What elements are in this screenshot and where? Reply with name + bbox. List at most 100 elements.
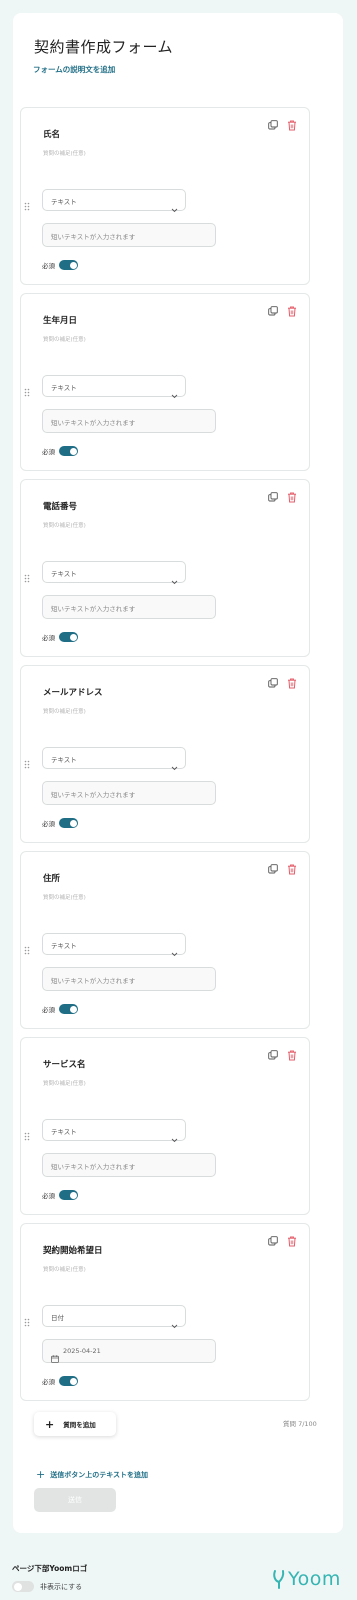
yoom-logo-icon xyxy=(273,1570,285,1589)
question-type-select[interactable]: テキスト xyxy=(42,561,186,585)
answer-placeholder: 短いテキストが入力されます xyxy=(51,791,136,799)
trash-icon[interactable] xyxy=(287,120,297,131)
duplicate-icon[interactable] xyxy=(268,678,278,689)
question-actions xyxy=(268,1236,297,1247)
question-type-value: テキスト xyxy=(51,756,77,764)
chevron-down-icon xyxy=(171,384,178,403)
drag-handle-icon[interactable] xyxy=(24,568,30,583)
answer-preview-field[interactable]: 短いテキストが入力されます xyxy=(42,595,216,619)
question-subtitle[interactable]: 質問の補足(任意) xyxy=(43,1265,86,1273)
drag-handle-icon[interactable] xyxy=(24,196,30,211)
question-type-select[interactable]: テキスト xyxy=(42,1119,186,1143)
duplicate-icon[interactable] xyxy=(268,492,278,503)
question-title[interactable]: 生年月日 xyxy=(43,314,77,326)
question-type-select[interactable]: テキスト xyxy=(42,189,186,213)
question-card[interactable]: サービス名 質問の補足(任意) テキスト 短いテキストが入力されます 必須 xyxy=(20,1037,310,1215)
add-form-description-link[interactable]: フォームの説明文を追加 xyxy=(33,64,115,75)
hide-logo-row: 非表示にする xyxy=(12,1581,82,1592)
question-subtitle[interactable]: 質問の補足(任意) xyxy=(43,1079,86,1087)
submit-button[interactable]: 送信 xyxy=(34,1488,116,1512)
date-field[interactable]: 2025-04-21 xyxy=(42,1339,216,1363)
logo-setting-label: ページ下部Yoomロゴ xyxy=(12,1564,88,1573)
chevron-down-icon xyxy=(171,198,178,217)
drag-handle-icon[interactable] xyxy=(24,940,30,955)
question-subtitle[interactable]: 質問の補足(任意) xyxy=(43,149,86,157)
trash-icon[interactable] xyxy=(287,306,297,317)
question-type-select[interactable]: テキスト xyxy=(42,747,186,771)
required-toggle[interactable] xyxy=(59,1004,78,1014)
question-actions xyxy=(268,678,297,689)
add-submit-text-label: 送信ボタン上のテキストを追加 xyxy=(50,1470,149,1479)
add-submit-text-link[interactable]: + 送信ボタン上のテキストを追加 xyxy=(36,1469,148,1480)
chevron-down-icon xyxy=(171,570,178,589)
question-title[interactable]: 氏名 xyxy=(43,128,60,140)
duplicate-icon[interactable] xyxy=(268,1236,278,1247)
question-card[interactable]: 氏名 質問の補足(任意) テキスト 短いテキストが入力されます 必須 xyxy=(20,107,310,285)
add-question-button[interactable]: + 質問を追加 xyxy=(34,1412,116,1436)
question-type-value: テキスト xyxy=(51,384,77,392)
answer-preview-field[interactable]: 短いテキストが入力されます xyxy=(42,1153,216,1177)
trash-icon[interactable] xyxy=(287,678,297,689)
question-type-select[interactable]: 日付 xyxy=(42,1305,186,1329)
trash-icon[interactable] xyxy=(287,864,297,875)
question-type-select[interactable]: テキスト xyxy=(42,933,186,957)
required-toggle[interactable] xyxy=(59,818,78,828)
question-card[interactable]: 生年月日 質問の補足(任意) テキスト 短いテキストが入力されます 必須 xyxy=(20,293,310,471)
drag-handle-icon[interactable] xyxy=(24,1126,30,1141)
trash-icon[interactable] xyxy=(287,492,297,503)
question-type-select[interactable]: テキスト xyxy=(42,375,186,399)
question-title[interactable]: メールアドレス xyxy=(43,686,103,698)
question-card[interactable]: 電話番号 質問の補足(任意) テキスト 短いテキストが入力されます 必須 xyxy=(20,479,310,657)
question-title[interactable]: 電話番号 xyxy=(43,500,77,512)
required-toggle[interactable] xyxy=(59,446,78,456)
hide-logo-toggle[interactable] xyxy=(12,1581,34,1592)
required-label: 必須 xyxy=(42,634,55,642)
required-toggle[interactable] xyxy=(59,632,78,642)
required-toggle[interactable] xyxy=(59,260,78,270)
question-title[interactable]: 住所 xyxy=(43,872,60,884)
question-card[interactable]: 住所 質問の補足(任意) テキスト 短いテキストが入力されます 必須 xyxy=(20,851,310,1029)
answer-placeholder: 短いテキストが入力されます xyxy=(51,419,136,427)
answer-placeholder: 短いテキストが入力されます xyxy=(51,233,136,241)
duplicate-icon[interactable] xyxy=(268,306,278,317)
question-subtitle[interactable]: 質問の補足(任意) xyxy=(43,893,86,901)
required-toggle[interactable] xyxy=(59,1190,78,1200)
add-question-label: 質問を追加 xyxy=(63,1421,96,1429)
form-title[interactable]: 契約書作成フォーム xyxy=(34,36,173,57)
duplicate-icon[interactable] xyxy=(268,864,278,875)
question-title[interactable]: 契約開始希望日 xyxy=(43,1244,103,1256)
required-label: 必須 xyxy=(42,1192,55,1200)
answer-preview-field[interactable]: 短いテキストが入力されます xyxy=(42,781,216,805)
duplicate-icon[interactable] xyxy=(268,1050,278,1061)
question-actions xyxy=(268,120,297,131)
question-type-value: テキスト xyxy=(51,198,77,206)
question-subtitle[interactable]: 質問の補足(任意) xyxy=(43,707,86,715)
drag-handle-icon[interactable] xyxy=(24,1312,30,1327)
question-count: 質問 7/100 xyxy=(283,1420,317,1428)
trash-icon[interactable] xyxy=(287,1236,297,1247)
question-actions xyxy=(268,1050,297,1061)
required-row: 必須 xyxy=(42,1004,78,1014)
duplicate-icon[interactable] xyxy=(268,120,278,131)
answer-preview-field[interactable]: 短いテキストが入力されます xyxy=(42,409,216,433)
answer-placeholder: 2025-04-21 xyxy=(63,1347,101,1355)
question-subtitle[interactable]: 質問の補足(任意) xyxy=(43,335,86,343)
answer-preview-field[interactable]: 短いテキストが入力されます xyxy=(42,223,216,247)
question-title[interactable]: サービス名 xyxy=(43,1058,86,1070)
question-type-value: テキスト xyxy=(51,942,77,950)
drag-handle-icon[interactable] xyxy=(24,382,30,397)
question-subtitle[interactable]: 質問の補足(任意) xyxy=(43,521,86,529)
question-actions xyxy=(268,864,297,875)
trash-icon[interactable] xyxy=(287,1050,297,1061)
answer-preview-field[interactable]: 短いテキストが入力されます xyxy=(42,967,216,991)
chevron-down-icon xyxy=(171,942,178,961)
required-toggle[interactable] xyxy=(59,1376,78,1386)
required-row: 必須 xyxy=(42,818,78,828)
answer-placeholder: 短いテキストが入力されます xyxy=(51,977,136,985)
question-actions xyxy=(268,492,297,503)
question-card[interactable]: 契約開始希望日 質問の補足(任意) 日付 2025-04-21 必須 xyxy=(20,1223,310,1401)
chevron-down-icon xyxy=(171,756,178,775)
question-card[interactable]: メールアドレス 質問の補足(任意) テキスト 短いテキストが入力されます 必須 xyxy=(20,665,310,843)
drag-handle-icon[interactable] xyxy=(24,754,30,769)
plus-icon: + xyxy=(36,1468,46,1481)
